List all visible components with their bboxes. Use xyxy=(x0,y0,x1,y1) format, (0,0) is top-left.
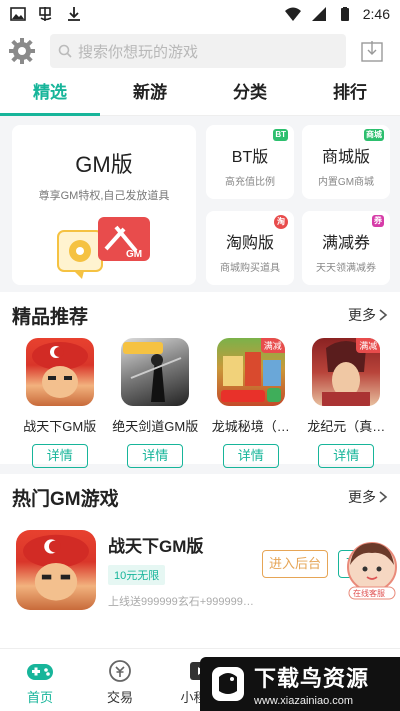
bt-card-subtitle: 高充值比例 xyxy=(225,177,275,188)
game-icon[interactable] xyxy=(121,338,190,406)
game-item[interactable]: 满减 龙城秘境（… 详情 xyxy=(203,338,299,468)
bt-card-title: BT版 xyxy=(231,149,269,166)
tab-featured[interactable]: 精选 xyxy=(0,74,100,115)
coin-icon xyxy=(109,660,131,682)
nav-home[interactable]: 首页 xyxy=(0,649,80,711)
nav-trade-label: 交易 xyxy=(106,690,133,705)
hot-game-tag: 10元无限 xyxy=(108,564,166,585)
battery-icon xyxy=(340,7,349,21)
coupon-card[interactable]: 券 满减券 天天领满减券 xyxy=(302,211,390,285)
taobuy-card-title: 淘购版 xyxy=(225,235,274,252)
game-icon[interactable] xyxy=(25,338,94,406)
tab-categories[interactable]: 分类 xyxy=(200,74,300,115)
wifi-icon xyxy=(284,7,301,21)
status-bar: 2:46 xyxy=(0,0,400,28)
bird-logo-icon xyxy=(212,667,244,701)
hot-gm-title: 热门GM游戏 xyxy=(12,488,119,510)
svg-text:GM: GM xyxy=(126,249,142,260)
tab-ranking[interactable]: 排行 xyxy=(300,74,400,115)
game-icon[interactable]: 满减 xyxy=(312,338,381,406)
more-label: 更多 xyxy=(348,307,376,323)
enter-backstage-button[interactable]: 进入后台 xyxy=(262,550,328,578)
image-icon xyxy=(10,7,26,21)
customer-service-label: 在线客服 xyxy=(353,589,385,598)
recommend-title: 精品推荐 xyxy=(12,306,89,328)
game-item[interactable]: 绝天剑道GM版 详情 xyxy=(108,338,204,468)
gm-version-grid: GM版 尊享GM特权,自己发放道具 GM BT BT版 高充值比例 商城 商城版… xyxy=(0,116,400,292)
hot-gm-more-link[interactable]: 更多 xyxy=(348,487,388,507)
detail-button[interactable]: 详情 xyxy=(222,444,279,468)
taobuy-card-subtitle: 商城购买道具 xyxy=(220,263,280,274)
game-name: 绝天剑道GM版 xyxy=(112,419,199,434)
watermark-text: 下载鸟资源 xyxy=(254,666,370,691)
gm-card-title: GM版 xyxy=(75,152,133,177)
gm-tools-icon: GM xyxy=(57,217,150,279)
download-manager-icon[interactable] xyxy=(352,34,392,68)
search-icon xyxy=(58,44,72,58)
game-name: 龙纪元（真… xyxy=(307,419,386,434)
settings-gear-icon[interactable] xyxy=(8,37,36,65)
taobuy-badge-icon: 淘 xyxy=(274,215,288,229)
bt-version-card[interactable]: BT BT版 高充值比例 xyxy=(206,125,294,199)
mall-card-subtitle: 内置GM商城 xyxy=(317,177,375,188)
main-tabs: 精选 新游 分类 排行 xyxy=(0,74,400,116)
coupon-card-title: 满减券 xyxy=(321,235,370,252)
mall-version-card[interactable]: 商城 商城版 内置GM商城 xyxy=(302,125,390,199)
nav-trade[interactable]: 交易 xyxy=(80,649,160,711)
app-notification-icon xyxy=(39,7,52,21)
hot-gm-header: 热门GM游戏 更多 xyxy=(0,474,400,520)
search-input[interactable]: 搜索你想玩的游戏 xyxy=(50,34,346,68)
taobuy-version-card[interactable]: 淘 淘购版 商城购买道具 xyxy=(206,211,294,285)
recommend-games-list: 战天下GM版 详情 绝天剑道GM版 详情 满减 龙城秘境（… 详情 满减 龙纪元… xyxy=(0,338,400,468)
discount-badge: 满减 xyxy=(356,338,381,353)
gm-card-subtitle: 尊享GM特权,自己发放道具 xyxy=(38,190,170,202)
mall-badge-icon: 商城 xyxy=(364,129,384,141)
customer-service-float[interactable]: 在线客服 xyxy=(345,541,399,601)
search-placeholder: 搜索你想玩的游戏 xyxy=(78,43,199,61)
detail-button[interactable]: 详情 xyxy=(127,444,184,468)
mall-card-title: 商城版 xyxy=(321,149,370,166)
game-name: 战天下GM版 xyxy=(23,419,97,434)
gamepad-icon xyxy=(27,664,53,680)
search-row: 搜索你想玩的游戏 xyxy=(0,28,400,74)
game-item[interactable]: 战天下GM版 详情 xyxy=(12,338,108,468)
game-icon[interactable] xyxy=(16,530,96,610)
game-name: 龙城秘境（… xyxy=(211,419,290,434)
chevron-right-icon xyxy=(379,309,388,321)
hot-game-item[interactable]: 战天下GM版 10元无限 上线送999999玄石+999999… 进入后台 下载 xyxy=(0,520,400,620)
game-item[interactable]: 满减 龙纪元（真… 详情 xyxy=(299,338,395,468)
coupon-card-subtitle: 天天领满减券 xyxy=(316,263,376,274)
download-icon xyxy=(68,7,80,21)
status-time: 2:46 xyxy=(362,6,390,22)
recommend-header: 精品推荐 更多 xyxy=(0,292,400,338)
game-icon[interactable]: 满减 xyxy=(216,338,285,406)
chevron-right-icon xyxy=(379,491,388,503)
watermark-url: www.xiazainiao.com xyxy=(254,695,354,707)
recommend-more-link[interactable]: 更多 xyxy=(348,305,388,325)
tab-new-games[interactable]: 新游 xyxy=(100,74,200,115)
detail-button[interactable]: 详情 xyxy=(318,444,375,468)
coupon-crown-icon: 券 xyxy=(372,215,384,227)
nav-home-label: 首页 xyxy=(26,690,53,705)
signal-icon xyxy=(311,7,326,21)
gm-version-card[interactable]: GM版 尊享GM特权,自己发放道具 GM xyxy=(12,125,196,285)
watermark-logo: 下载鸟资源 www.xiazainiao.com xyxy=(200,657,400,711)
more-label: 更多 xyxy=(348,489,376,505)
bt-badge-icon: BT xyxy=(273,129,288,141)
detail-button[interactable]: 详情 xyxy=(31,444,88,468)
discount-badge: 满减 xyxy=(260,338,285,353)
